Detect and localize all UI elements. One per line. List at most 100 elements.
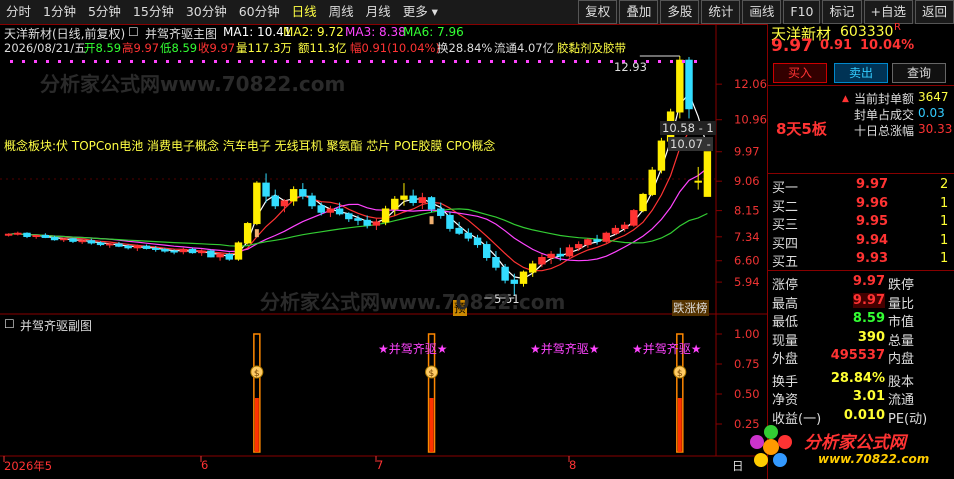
top-dot [250, 60, 253, 63]
query-button[interactable]: 查询 [892, 63, 946, 83]
tool-button-6[interactable]: 标记 [822, 0, 862, 24]
money-bag-icon-glyph: $ [429, 369, 435, 379]
stat-value: 390 [857, 329, 885, 345]
top-dot [574, 60, 577, 63]
bid-volume: 1 [940, 195, 949, 211]
top-dot [70, 60, 73, 63]
tab-2[interactable]: 5分钟 [82, 1, 127, 23]
bid-row[interactable]: 买二 9.96 1 [768, 195, 954, 215]
info-high: 高9.97 [122, 41, 160, 55]
bid-label: 买二 [772, 199, 799, 215]
candle-body [50, 236, 59, 241]
tab-3[interactable]: 15分钟 [127, 1, 180, 23]
signal-label-3: ★并驾齐驱★ [632, 342, 702, 356]
bid-price: 9.97 [856, 177, 889, 192]
stat-key-2: 流通 [888, 393, 915, 408]
candle-body [354, 218, 362, 221]
top-dot [34, 60, 37, 63]
y-tick-label: 9.97 [734, 145, 760, 159]
zhangting-marker[interactable]: 跌涨榜 [672, 300, 709, 316]
candle-body [602, 232, 610, 242]
top-dot [514, 60, 517, 63]
tab-4[interactable]: 30分钟 [180, 1, 233, 23]
ma6-value: MA6: 7.96 [403, 25, 464, 39]
stat-key-2: PE(动) [888, 411, 928, 427]
tab-9[interactable]: 更多 ▾ [397, 1, 444, 23]
tab-6[interactable]: 日线 [286, 1, 323, 23]
candle-body [409, 195, 417, 204]
candle-body [437, 208, 445, 216]
candle-body [289, 189, 298, 202]
tool-button-1[interactable]: 叠加 [619, 0, 659, 24]
seal-label-3: 十日总涨幅 [854, 124, 915, 138]
candle-body [593, 239, 601, 242]
top-dot [598, 60, 601, 63]
tool-button-3[interactable]: 统计 [701, 0, 741, 24]
candle-body [565, 247, 574, 257]
chart-area[interactable]: 12.06 10.96 9.97 9.06 8.15 7.34 6.60 5.94 1.00 0.… [0, 24, 767, 479]
signal-fill [254, 398, 259, 452]
candle-body [547, 253, 555, 259]
tool-button-2[interactable]: 多股 [660, 0, 700, 24]
tab-1[interactable]: 1分钟 [37, 1, 82, 23]
stat-value: 8.59 [852, 311, 885, 326]
divider [768, 173, 954, 174]
high-label: 12.93 [614, 60, 647, 74]
top-dot [178, 60, 181, 63]
buy-button[interactable]: 买入 [773, 63, 827, 83]
candle-body [556, 253, 565, 257]
tool-button-7[interactable]: +自选 [863, 0, 913, 24]
gear-icon[interactable]: ☐ [128, 25, 139, 39]
candle-body [133, 245, 142, 249]
sub-chart-title-icon[interactable]: ☐ [4, 317, 15, 331]
ma3-value: MA3: 8.38 [345, 25, 406, 39]
seal-label-1: 当前封单额 [854, 92, 915, 106]
candle-body [243, 223, 252, 244]
logo-text: 分析家公式网 [804, 433, 906, 453]
top-dot [538, 60, 541, 63]
signal-fill [677, 398, 682, 452]
top-dot [190, 60, 193, 63]
top-dot [166, 60, 169, 63]
price-change-pct: 10.04% [860, 38, 915, 53]
tool-button-0[interactable]: 复权 [578, 0, 618, 24]
candle-body [418, 197, 427, 204]
tool-button-8[interactable]: 返回 [914, 0, 954, 24]
candle-body [197, 250, 206, 254]
watermark-1: 分析家公式网www.70822.com [40, 72, 346, 96]
tab-5[interactable]: 60分钟 [233, 1, 286, 23]
info-float: 流通4.07亿 [494, 41, 555, 55]
tool-button-5[interactable]: F10 [783, 0, 821, 24]
y-tick-label: 8.15 [734, 204, 760, 218]
candle-body [170, 250, 178, 253]
top-dot [418, 60, 421, 63]
top-dot [466, 60, 469, 63]
candle-body [14, 232, 22, 235]
seal-value-1: 3647 [918, 90, 949, 104]
info-concept: 胶黏剂及胶带 [557, 41, 626, 55]
bid-row[interactable]: 买一 9.97 2 [768, 177, 954, 196]
top-dot [526, 60, 529, 63]
tool-button-4[interactable]: 画线 [742, 0, 782, 24]
top-dot [58, 60, 61, 63]
top-dot [46, 60, 49, 63]
sell-button[interactable]: 卖出 [834, 63, 888, 83]
bid-row[interactable]: 买四 9.94 1 [768, 233, 954, 252]
info-change: 幅0.91(10.04%) [350, 41, 440, 55]
signal-label-2: ★并驾齐驱★ [530, 342, 600, 356]
bid-row[interactable]: 买三 9.95 1 [768, 214, 954, 233]
top-dot [490, 60, 493, 63]
stat-row: 现量 390 总量 [768, 329, 954, 349]
candle-body [308, 195, 316, 207]
stat-key: 最高 [772, 296, 799, 312]
sub-chart-title: 并驾齐驱副图 [20, 319, 93, 333]
tab-7[interactable]: 周线 [323, 1, 360, 23]
top-dot [298, 60, 301, 63]
bid-row[interactable]: 买五 9.93 1 [768, 251, 954, 270]
tab-8[interactable]: 月线 [360, 1, 397, 23]
top-dot [82, 60, 85, 63]
tab-0[interactable]: 分时 [0, 1, 37, 23]
stat-key: 涨停 [772, 278, 799, 293]
top-dot [106, 60, 109, 63]
top-dot [346, 60, 349, 63]
